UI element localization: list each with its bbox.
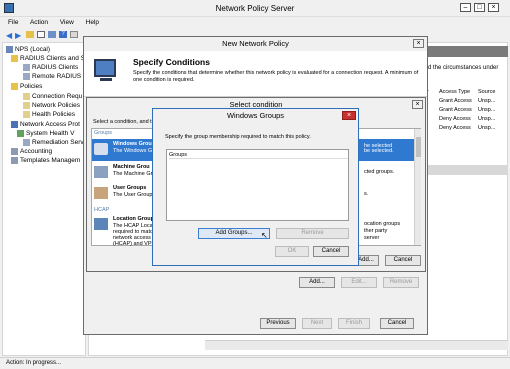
- window-title: Network Policy Server: [215, 4, 295, 13]
- condition-list-scrollbar[interactable]: [414, 129, 421, 245]
- ok-button[interactable]: OK: [275, 246, 309, 257]
- finish-button[interactable]: Finish: [338, 318, 370, 329]
- server-group-icon: [23, 73, 30, 80]
- fragment-text: he selected: [364, 143, 393, 149]
- policy-icon: [23, 111, 30, 118]
- help-icon[interactable]: ?: [59, 31, 67, 38]
- scrollbar-thumb[interactable]: [416, 137, 421, 157]
- fragment-text: s.: [364, 191, 369, 197]
- tree-item-remediation[interactable]: Remediation Serv: [23, 139, 84, 146]
- templates-icon: [11, 157, 18, 164]
- tree-item-remote-radius[interactable]: Remote RADIUS S: [23, 73, 87, 80]
- close-button[interactable]: ×: [488, 3, 499, 12]
- add-groups-button[interactable]: Add Groups...: [198, 228, 270, 239]
- windows-groups-title: Windows Groups: [226, 111, 285, 120]
- up-folder-icon[interactable]: [26, 31, 34, 38]
- select-cancel-button[interactable]: Cancel: [385, 255, 421, 266]
- cancel-button[interactable]: Cancel: [380, 318, 414, 329]
- menu-help[interactable]: Help: [86, 19, 99, 26]
- groups-list[interactable]: Groups: [166, 149, 349, 221]
- condition-edit-button[interactable]: Edit...: [341, 277, 377, 288]
- windows-groups-dialog: Windows Groups × Specify the group membe…: [152, 108, 359, 266]
- instruction: Specify the group membership required to…: [165, 134, 311, 140]
- tree-item-policies[interactable]: Policies: [11, 83, 42, 90]
- details-header-bar: [420, 46, 508, 57]
- show-hide-tree-icon[interactable]: [37, 31, 45, 38]
- tree-item-nap[interactable]: Network Access Prot: [11, 121, 80, 128]
- tree-item-health-policies[interactable]: Health Policies: [23, 111, 75, 118]
- location-group-icon: [94, 218, 108, 230]
- server-icon: [6, 46, 13, 53]
- client-icon: [23, 64, 30, 71]
- new-policy-close-button[interactable]: ×: [413, 39, 424, 48]
- fragment-text: server: [364, 235, 380, 241]
- select-condition-close-button[interactable]: ×: [412, 100, 423, 109]
- details-section-bar: [420, 165, 508, 175]
- monitor-stand-icon: [100, 78, 112, 81]
- tree-item-system-health[interactable]: System Health V: [17, 130, 74, 137]
- next-button[interactable]: Next: [302, 318, 332, 329]
- details-description: d the circumstances under: [428, 65, 499, 71]
- tree-item-network-policies[interactable]: Network Policies: [23, 102, 80, 109]
- heading: Specify Conditions: [133, 57, 210, 67]
- folder-icon: [11, 55, 18, 62]
- tree-item-connection-requests[interactable]: Connection Requ: [23, 93, 82, 100]
- policy-table: er Access Type Source Grant AccessUnsp..…: [422, 88, 508, 138]
- view-icon[interactable]: [70, 31, 78, 38]
- server-group-icon: [23, 139, 30, 146]
- fragment-text: ther party: [364, 228, 388, 234]
- fragment-text: cted groups.: [364, 169, 395, 175]
- tree-item-accounting[interactable]: Accounting: [11, 148, 52, 155]
- accounting-icon: [11, 148, 18, 155]
- group-header-groups: Groups: [94, 130, 113, 136]
- menu-bar: File Action View Help: [8, 19, 109, 26]
- windows-groups-close-button[interactable]: ×: [342, 111, 356, 120]
- shield-icon: [11, 121, 18, 128]
- new-policy-header: Specify Conditions Specify the condition…: [84, 51, 427, 97]
- remove-button[interactable]: Remove: [276, 228, 349, 239]
- menu-action[interactable]: Action: [30, 19, 48, 26]
- menu-file[interactable]: File: [8, 19, 18, 26]
- col-header-access-type[interactable]: Access Type: [439, 89, 470, 95]
- policy-icon: [23, 102, 30, 109]
- previous-button[interactable]: Previous: [260, 318, 296, 329]
- menu-view[interactable]: View: [60, 19, 74, 26]
- tree-item-templates[interactable]: Templates Managem: [11, 157, 80, 164]
- description: Specify the conditions that determine wh…: [133, 70, 419, 83]
- main-title-bar: Network Policy Server – □ ×: [0, 0, 510, 17]
- details-bottom-bar: [205, 340, 508, 350]
- maximize-button[interactable]: □: [474, 3, 485, 12]
- col-header-source[interactable]: Source: [478, 89, 495, 95]
- toolbar: ◀ ▶ ?: [4, 29, 84, 41]
- instruction: Select a condition, and th: [93, 119, 155, 125]
- monitor-icon: [94, 59, 116, 77]
- properties-icon[interactable]: [48, 31, 56, 38]
- health-icon: [17, 130, 24, 137]
- condition-remove-button[interactable]: Remove: [383, 277, 419, 288]
- tree-pane: NPS (Local) RADIUS Clients and S RADIUS …: [2, 42, 87, 356]
- windows-groups-body: Specify the group membership required to…: [154, 123, 357, 265]
- condition-add-button[interactable]: Add...: [299, 277, 335, 288]
- minimize-button[interactable]: –: [460, 3, 471, 12]
- forward-icon[interactable]: ▶: [15, 31, 21, 40]
- machine-group-icon: [94, 166, 108, 178]
- cancel-button[interactable]: Cancel: [313, 246, 349, 257]
- groups-list-header[interactable]: Groups: [169, 152, 348, 159]
- tree-item-radius-clients[interactable]: RADIUS Clients: [23, 64, 78, 71]
- group-header-hcap: HCAP: [94, 207, 110, 213]
- tree-item-radius[interactable]: RADIUS Clients and S: [11, 55, 85, 62]
- fragment-text: ocation groups: [364, 221, 401, 227]
- user-group-icon: [94, 187, 108, 199]
- mouse-cursor-icon: ↖: [261, 231, 268, 240]
- policy-icon: [23, 93, 30, 100]
- status-bar: Action: In progress...: [0, 357, 510, 369]
- folder-icon: [11, 83, 18, 90]
- tree-item-nps[interactable]: NPS (Local): [6, 46, 50, 53]
- group-icon: [94, 143, 108, 155]
- new-policy-title: New Network Policy: [222, 39, 289, 48]
- status-text: Action: In progress...: [6, 360, 62, 366]
- back-icon[interactable]: ◀: [6, 31, 12, 40]
